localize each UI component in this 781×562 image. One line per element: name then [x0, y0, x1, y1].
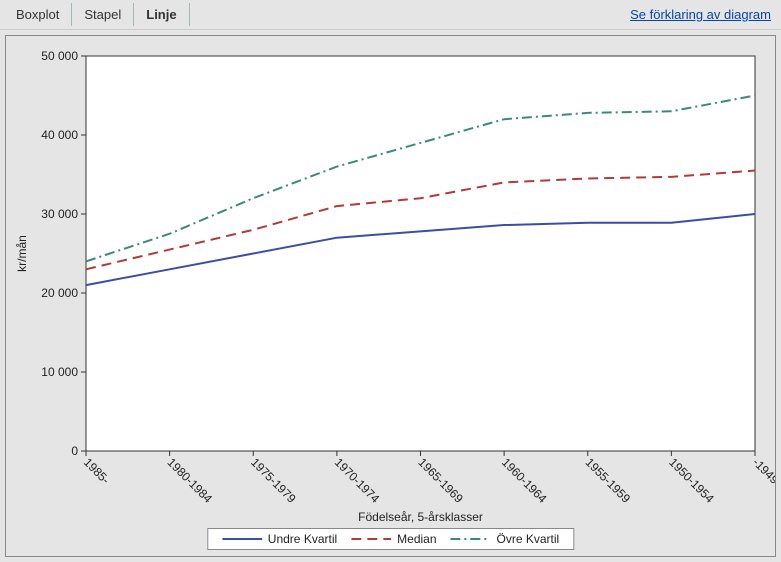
tab-stapel[interactable]: Stapel: [72, 3, 134, 26]
y-tick-label: 20 000: [41, 286, 78, 300]
chart-panel: 0 10 000 20 000 30 000 40 000 50 000 1985- 1980…: [5, 35, 776, 557]
y-tick-label: 30 000: [41, 207, 78, 221]
x-axis-label: Födelseår, 5-årsklasser: [358, 510, 483, 524]
y-tick-label: 50 000: [41, 49, 78, 63]
help-link[interactable]: Se förklaring av diagram: [630, 7, 777, 22]
y-tick-label: 40 000: [41, 128, 78, 142]
x-tick-label: -1949: [750, 455, 775, 487]
legend-item: Övre Kvartil: [451, 532, 560, 546]
tab-boxplot[interactable]: Boxplot: [4, 3, 72, 26]
x-tick-label: 1985-: [81, 455, 113, 487]
tab-linje[interactable]: Linje: [134, 3, 189, 26]
x-tick-label: 1950-1954: [666, 455, 717, 506]
chart-legend: Undre Kvartil Median Övre Kvartil: [207, 528, 574, 550]
legend-label: Undre Kvartil: [268, 532, 337, 546]
legend-item: Undre Kvartil: [222, 532, 337, 546]
line-chart: 0 10 000 20 000 30 000 40 000 50 000 1985- 1980…: [6, 36, 775, 556]
x-tick-label: 1975-1979: [248, 455, 299, 506]
y-axis-label: kr/mån: [15, 235, 29, 272]
legend-item: Median: [351, 532, 436, 546]
y-tick-label: 10 000: [41, 365, 78, 379]
y-tick-label: 0: [71, 444, 78, 458]
x-tick-label: 1960-1964: [499, 455, 550, 506]
legend-label: Övre Kvartil: [497, 532, 560, 546]
x-tick-label: 1955-1959: [583, 455, 634, 506]
legend-label: Median: [397, 532, 436, 546]
x-tick-label: 1980-1984: [165, 455, 216, 506]
x-tick-label: 1970-1974: [332, 455, 383, 506]
x-tick-label: 1965-1969: [415, 455, 466, 506]
